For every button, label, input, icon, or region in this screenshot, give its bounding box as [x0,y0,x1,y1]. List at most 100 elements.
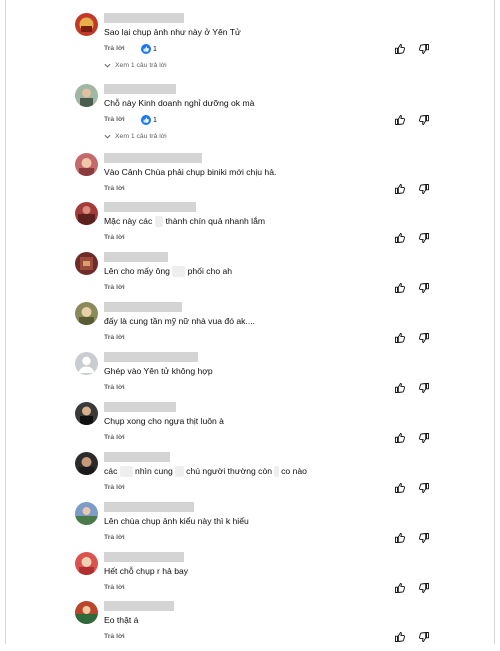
reply-button[interactable]: Trả lời [104,434,125,441]
redacted-username [104,402,176,412]
redacted-text: x [274,466,279,477]
redacted-username [104,452,170,462]
thumbs-up-icon[interactable] [394,183,406,195]
thumbs-down-icon[interactable] [418,332,430,344]
comment-item: Vào Cảnh Chùa phải chụp biniki mới chịu … [75,153,490,203]
comment-text: Sao lại chụp ảnh như này ở Yên Tử [104,27,241,37]
reply-button[interactable]: Trả lời [104,334,125,341]
thumbs-down-icon[interactable] [418,482,430,494]
like-reaction-icon [141,115,151,125]
comment-item: Mặc này các xx thành chín quả nhanh lắm … [75,202,490,252]
thumbs-up-icon[interactable] [394,382,406,394]
view-replies-label: Xem 1 câu trả lời [115,62,167,69]
redacted-username [104,13,184,23]
thumbs-up-icon[interactable] [394,582,406,594]
reply-button[interactable]: Trả lời [104,534,125,541]
thumbs-down-icon[interactable] [418,532,430,544]
redacted-text: xx [154,216,164,227]
redacted-username [104,502,194,512]
comment-item: Lên chùa chụp ảnh kiểu này thì k hiểu Tr… [75,502,490,552]
default-avatar[interactable] [75,352,98,375]
chevron-down-icon [104,63,111,68]
reply-button[interactable]: Trả lời [104,185,125,192]
comment-item: Hết chỗ chụp r hả bay Trả lời [75,552,490,602]
avatar[interactable] [75,502,98,525]
thumbs-down-icon[interactable] [418,43,430,55]
avatar[interactable] [75,552,98,575]
view-replies-button[interactable]: Xem 1 câu trả lời [104,133,167,140]
thumbs-up-icon[interactable] [394,43,406,55]
reply-button[interactable]: Trả lời [104,584,125,591]
thumbs-up-icon[interactable] [394,482,406,494]
avatar[interactable] [75,84,98,107]
avatar[interactable] [75,252,98,275]
like-reaction-icon [141,44,151,54]
thumbs-up-icon[interactable] [394,631,406,643]
chevron-down-icon [104,134,111,139]
redacted-username [104,552,184,562]
avatar[interactable] [75,302,98,325]
thumbs-down-icon[interactable] [418,382,430,394]
reply-button[interactable]: Trả lời [104,484,125,491]
comment-text: Lên cho mấy ông xxx phối cho ah [104,266,233,277]
comment-text: Vào Cảnh Chùa phải chụp biniki mới chịu … [104,167,277,177]
comment-item: Chỗ này Kinh doanh nghỉ dưỡng ok mà Trả … [75,84,490,140]
comment-text: các xxx nhìn cung xx chú người thường cò… [104,466,307,477]
comment-section: Sao lại chụp ảnh như này ở Yên Tử Trả lờ… [0,0,500,644]
thumbs-down-icon[interactable] [418,232,430,244]
redacted-username [104,352,198,362]
reply-button[interactable]: Trả lời [104,384,125,391]
reply-button[interactable]: Trả lời [104,45,125,52]
redacted-username [104,601,174,611]
right-divider [494,0,495,644]
thumbs-up-icon[interactable] [394,282,406,294]
redacted-text: xxx [119,466,133,477]
avatar[interactable] [75,402,98,425]
avatar[interactable] [75,153,98,176]
thumbs-down-icon[interactable] [418,631,430,643]
comment-text: Ghép vào Yên tử không hợp [104,366,213,376]
redacted-username [104,252,168,262]
comment-item: Sao lại chụp ảnh như này ở Yên Tử Trả lờ… [75,13,490,69]
comment-item: Ghép vào Yên tử không hợp Trả lời [75,352,490,402]
comment-item: các xxx nhìn cung xx chú người thường cò… [75,452,490,502]
comment-text: Hết chỗ chụp r hả bay [104,566,189,576]
redacted-text: xxx [172,266,186,277]
redacted-username [104,153,202,163]
like-count: 1 [153,45,157,53]
thumbs-down-icon[interactable] [418,582,430,594]
comment-item: Chụp xong cho ngựa thịt luôn à Trả lời [75,402,490,452]
thumbs-down-icon[interactable] [418,282,430,294]
thumbs-up-icon[interactable] [394,532,406,544]
comment-text: đấy là cung tần mỹ nữ nhà vua đó ak.... [104,316,255,326]
reply-button[interactable]: Trả lời [104,234,125,241]
avatar[interactable] [75,202,98,225]
comment-text: Lên chùa chụp ảnh kiểu này thì k hiểu [104,516,249,526]
thumbs-down-icon[interactable] [418,114,430,126]
thumbs-up-icon[interactable] [394,332,406,344]
comment-item: đấy là cung tần mỹ nữ nhà vua đó ak.... … [75,302,490,352]
thumbs-up-icon[interactable] [394,232,406,244]
reply-button[interactable]: Trả lời [104,633,125,640]
thumbs-up-icon[interactable] [394,114,406,126]
redacted-username [104,202,196,212]
redacted-text: xx [175,466,184,477]
view-replies-label: Xem 1 câu trả lời [115,133,167,140]
avatar[interactable] [75,601,98,624]
thumbs-down-icon[interactable] [418,432,430,444]
thumbs-down-icon[interactable] [418,183,430,195]
view-replies-button[interactable]: Xem 1 câu trả lời [104,62,167,69]
comment-item: Lên cho mấy ông xxx phối cho ah Trả lời [75,252,490,302]
thumbs-up-icon[interactable] [394,432,406,444]
comment-text: Eo thật á [104,615,139,625]
comment-text: Chụp xong cho ngựa thịt luôn à [104,416,224,426]
like-badge: 1 [141,115,157,125]
like-count: 1 [153,116,157,124]
avatar[interactable] [75,13,98,36]
redacted-username [104,302,182,312]
avatar[interactable] [75,452,98,475]
comment-text: Mặc này các xx thành chín quả nhanh lắm [104,216,266,227]
reply-button[interactable]: Trả lời [104,116,125,123]
reply-button[interactable]: Trả lời [104,284,125,291]
redacted-username [104,84,176,94]
